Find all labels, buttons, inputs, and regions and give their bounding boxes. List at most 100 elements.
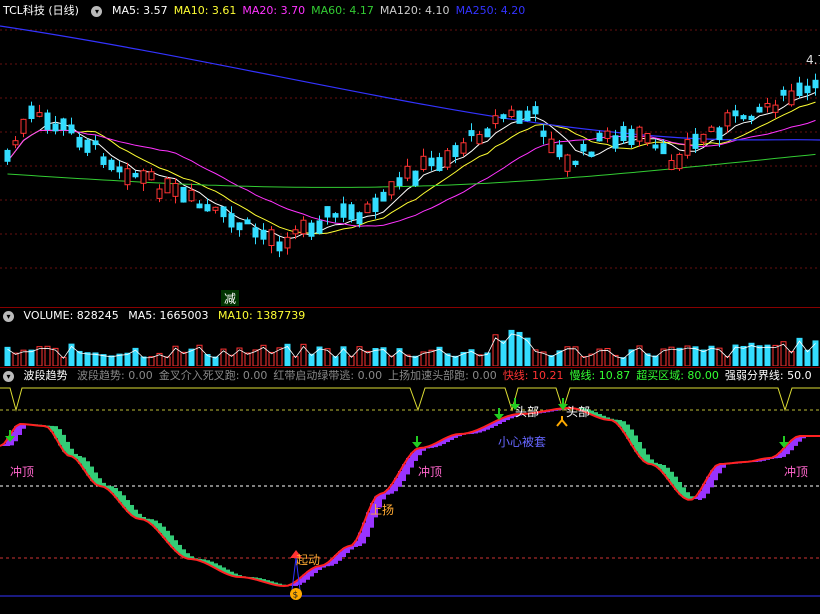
candle-body	[780, 89, 787, 96]
indicator-param: 强弱分界线: 50.0	[724, 369, 812, 382]
candle-body	[420, 155, 427, 170]
candle-body	[716, 127, 723, 141]
candle-body	[12, 140, 19, 146]
candle-body	[700, 133, 707, 143]
indicator-param: 超买区域: 80.00	[636, 369, 719, 382]
candle-body	[740, 115, 747, 120]
label-chongding-3: 冲顶	[784, 464, 808, 479]
volume-chart[interactable]	[0, 324, 820, 366]
volume-bar	[124, 352, 131, 366]
volume-bar	[12, 352, 19, 366]
volume-bar	[772, 344, 779, 366]
price-chart[interactable]: 4.7 减	[0, 16, 820, 306]
volume-bar	[412, 355, 419, 366]
candle-body	[468, 130, 475, 137]
candle-body	[172, 182, 179, 197]
ma10-line	[7, 101, 816, 235]
candle-body	[772, 104, 779, 113]
candle-body	[732, 110, 739, 117]
svg-text:$: $	[293, 591, 299, 601]
candle-body	[692, 133, 699, 149]
volume-bar	[524, 337, 531, 366]
candle-body	[268, 229, 275, 246]
volume-bar	[684, 345, 691, 366]
volume-bar	[84, 352, 91, 366]
candle-body	[724, 112, 731, 127]
candle-body	[124, 168, 131, 186]
volume-bar	[756, 345, 763, 366]
candle-body	[612, 135, 619, 149]
candle-body	[252, 227, 259, 238]
indicator-param: 快线: 10.21	[502, 369, 564, 382]
volume-bar	[700, 349, 707, 366]
signal-line	[0, 387, 820, 412]
candle-body	[452, 145, 459, 158]
volume-bar	[572, 346, 579, 366]
candle-body	[260, 229, 267, 240]
volume-bar	[428, 349, 435, 366]
candle-body	[372, 197, 379, 213]
candle-body	[476, 133, 483, 145]
candle-body	[316, 220, 323, 234]
candle-body	[540, 130, 547, 137]
candle-body	[796, 82, 803, 97]
indicator-param: 慢线: 10.87	[569, 369, 631, 382]
volume-bar	[476, 354, 483, 366]
volume-bar	[244, 352, 251, 366]
candle-body	[748, 115, 755, 121]
volume-bar	[180, 351, 187, 366]
volume-bar	[164, 356, 171, 366]
candle-body	[636, 126, 643, 142]
last-price-label: 4.7	[806, 53, 820, 67]
indicator-chart[interactable]: $ 冲顶 冲顶 冲顶 头部 头部 小心被套 上扬 起动	[0, 384, 820, 614]
volume-value: VOLUME: 828245	[23, 309, 119, 322]
candle-body	[548, 138, 555, 154]
candle-body	[460, 142, 467, 154]
candle-body	[108, 159, 115, 171]
candle-body	[644, 133, 651, 144]
candle-body	[244, 219, 251, 225]
indicator-param: 上扬加速头部跑: 0.00	[388, 369, 497, 382]
volume-bar	[268, 351, 275, 366]
volume-bar	[668, 346, 675, 366]
candle-body	[276, 241, 283, 252]
candle-body	[148, 171, 155, 181]
candle-body	[116, 166, 123, 173]
candle-body	[684, 139, 691, 156]
volume-bar	[780, 341, 787, 366]
volume-ma10: MA10: 1387739	[217, 309, 306, 322]
chevron-down-icon[interactable]: ▾	[3, 310, 14, 322]
volume-bar	[324, 348, 331, 366]
chevron-down-icon[interactable]: ▾	[3, 370, 14, 382]
candle-body	[628, 128, 635, 146]
volume-bar	[364, 350, 371, 366]
candle-body	[300, 219, 307, 235]
indicator-panel-header: ▾ 波段趋势 波段趋势: 0.00 金叉介入死叉跑: 0.00 红带启动绿带逃: 0…	[0, 367, 820, 384]
volume-bar	[652, 355, 659, 366]
candle-body	[756, 106, 763, 113]
label-xiaoxin: 小心被套	[498, 435, 546, 449]
indicator-param: 红带启动绿带逃: 0.00	[273, 369, 383, 382]
volume-bar	[788, 351, 795, 366]
candle-body	[444, 150, 451, 168]
volume-bar	[796, 337, 803, 366]
candle-body	[28, 105, 35, 119]
candle-body	[508, 109, 515, 118]
candle-body	[348, 204, 355, 220]
volume-bar	[580, 356, 587, 366]
candle-body	[196, 203, 203, 209]
volume-ma5: MA5: 1665003	[128, 309, 209, 322]
indicator-title: 波段趋势	[23, 369, 68, 382]
reduce-marker: 减	[224, 292, 236, 306]
candle-body	[308, 222, 315, 237]
candle-body	[284, 236, 291, 249]
chevron-down-icon[interactable]: ▾	[91, 5, 103, 17]
volume-bar	[52, 347, 59, 366]
candle-body	[180, 186, 187, 203]
candle-body	[76, 136, 83, 148]
label-qidong: 起动	[296, 553, 320, 567]
candle-body	[220, 206, 227, 218]
volume-bar	[748, 342, 755, 366]
candle-body	[92, 140, 99, 146]
candle-body	[132, 172, 139, 178]
